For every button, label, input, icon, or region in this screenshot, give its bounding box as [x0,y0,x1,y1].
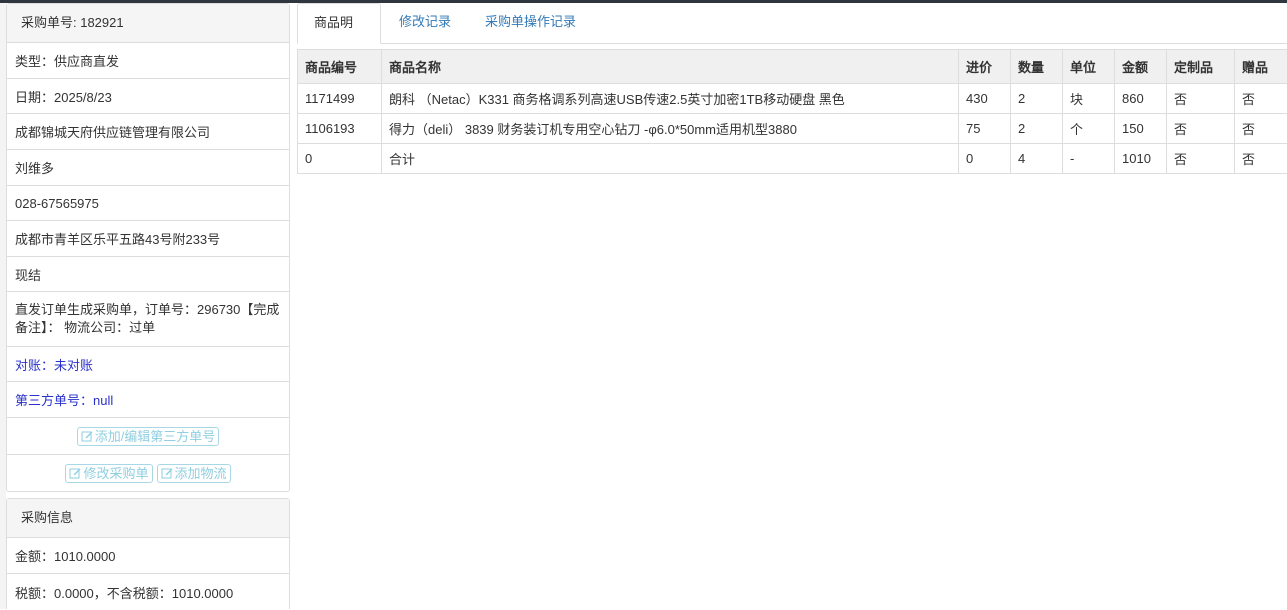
third-party-number: 第三方单号：null [7,382,289,418]
cell-amount: 860 [1115,84,1167,114]
contact-phone: 028-67565975 [7,186,289,221]
add-logistics-button[interactable]: 添加物流 [157,464,231,483]
detail-tabs: 商品明细 修改记录 采购单操作记录 [297,3,1287,44]
cell-unit: - [1063,144,1115,174]
cell-product-code: 1106193 [298,114,382,144]
order-panel: 采购单号: 182921 类型：供应商直发 日期：2025/8/23 成都锦城天… [6,3,290,492]
cell-unit: 块 [1063,84,1115,114]
cell-quantity: 4 [1011,144,1063,174]
cell-product-name: 朗科 （Netac）K331 商务格调系列高速USB传速2.5英寸加密1TB移动… [382,84,959,114]
cell-gift: 否 [1235,144,1287,174]
reconcile-status: 对账：未对账 [7,347,289,382]
cell-unit: 个 [1063,114,1115,144]
order-number-header: 采购单号: 182921 [7,4,289,43]
order-remark: 直发订单生成采购单，订单号：296730【完成备注】： 物流公司：过单 [7,292,289,347]
cell-product-name: 合计 [382,144,959,174]
cell-gift: 否 [1235,84,1287,114]
cell-amount: 150 [1115,114,1167,144]
edit-third-party-button[interactable]: 添加/编辑第三方单号 [77,427,220,446]
col-header-quantity: 数量 [1011,50,1063,84]
tab-modification-log[interactable]: 修改记录 [383,3,467,44]
cell-custom: 否 [1167,144,1235,174]
table-row: 1106193 得力（deli） 3839 财务装订机专用空心钻刀 -φ6.0*… [298,114,1287,144]
contact-name: 刘维多 [7,150,289,186]
add-logistics-label: 添加物流 [175,464,227,483]
cell-unit-price: 430 [959,84,1011,114]
cell-unit-price: 75 [959,114,1011,144]
col-header-product-name: 商品名称 [382,50,959,84]
col-header-custom: 定制品 [1167,50,1235,84]
cell-quantity: 2 [1011,84,1063,114]
col-header-unit-price: 进价 [959,50,1011,84]
table-header-row: 商品编号 商品名称 进价 数量 单位 金额 定制品 赠品 [298,50,1287,84]
edit-icon [81,430,93,442]
cell-custom: 否 [1167,114,1235,144]
col-header-gift: 赠品 [1235,50,1287,84]
order-actions: 修改采购单 添加物流 [7,455,289,491]
cell-product-code: 0 [298,144,382,174]
order-type: 类型：供应商直发 [7,43,289,79]
order-date: 日期：2025/8/23 [7,79,289,114]
tab-product-details[interactable]: 商品明细 [297,3,381,44]
tab-order-operation-log[interactable]: 采购单操作记录 [469,3,592,44]
cell-quantity: 2 [1011,114,1063,144]
col-header-product-code: 商品编号 [298,50,382,84]
cell-custom: 否 [1167,84,1235,114]
edit-third-party-label: 添加/编辑第三方单号 [95,427,216,446]
col-header-unit: 单位 [1063,50,1115,84]
purchase-tax: 税额：0.0000，不含税额：1010.0000 [7,574,289,610]
product-table: 商品编号 商品名称 进价 数量 单位 金额 定制品 赠品 1171499 朗科 … [297,49,1287,174]
modify-order-button[interactable]: 修改采购单 [65,464,152,483]
cell-product-name: 得力（deli） 3839 财务装订机专用空心钻刀 -φ6.0*50mm适用机型… [382,114,959,144]
supplier-name: 成都锦城天府供应链管理有限公司 [7,114,289,150]
edit-icon [69,467,81,479]
table-row: 1171499 朗科 （Netac）K331 商务格调系列高速USB传速2.5英… [298,84,1287,114]
purchase-info-panel: 采购信息 金额：1010.0000 税额：0.0000，不含税额：1010.00… [6,498,290,609]
supplier-address: 成都市青羊区乐平五路43号附233号 [7,221,289,257]
cell-product-code: 1171499 [298,84,382,114]
third-party-actions: 添加/编辑第三方单号 [7,418,289,455]
cell-amount: 1010 [1115,144,1167,174]
cell-unit-price: 0 [959,144,1011,174]
purchase-amount: 金额：1010.0000 [7,538,289,574]
edit-icon [161,467,173,479]
table-total-row: 0 合计 0 4 - 1010 否 否 [298,144,1287,174]
purchase-info-header: 采购信息 [7,499,289,538]
settlement-method: 现结 [7,257,289,292]
col-header-amount: 金额 [1115,50,1167,84]
cell-gift: 否 [1235,114,1287,144]
modify-order-label: 修改采购单 [83,464,148,483]
